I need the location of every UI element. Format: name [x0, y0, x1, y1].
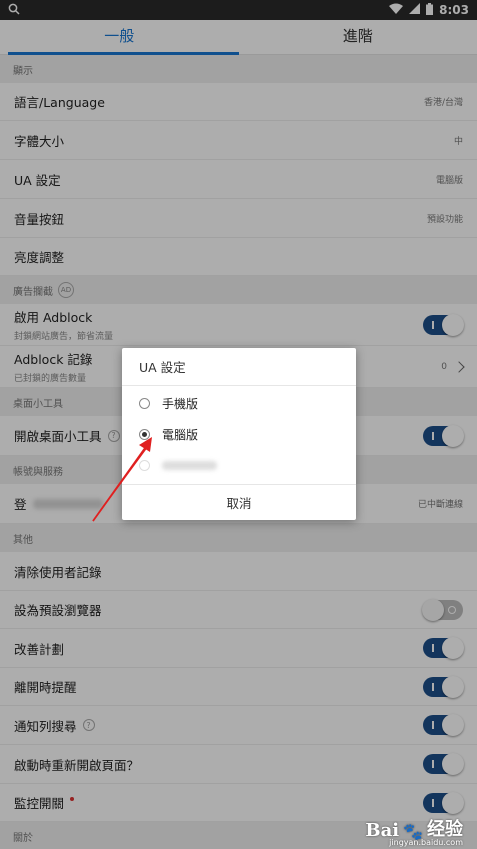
radio-mobile[interactable] — [139, 398, 150, 409]
ua-setting-dialog: UA 設定 手機版 電腦版 取消 — [122, 348, 356, 520]
radio-desktop[interactable] — [139, 429, 150, 440]
option-desktop-label: 電腦版 — [162, 428, 199, 442]
cancel-button[interactable]: 取消 — [122, 484, 356, 520]
baidu-watermark: Bai 🐾 经验 jingyan.baidu.com — [365, 815, 463, 847]
option-blurred-label — [162, 461, 217, 470]
option-desktop[interactable]: 電腦版 — [122, 419, 356, 450]
option-mobile-label: 手機版 — [162, 397, 199, 411]
option-blurred[interactable] — [122, 450, 356, 481]
watermark-site: jingyan.baidu.com — [389, 838, 463, 847]
radio-blurred[interactable] — [139, 460, 150, 471]
dialog-title: UA 設定 — [122, 348, 356, 386]
option-mobile[interactable]: 手機版 — [122, 388, 356, 419]
